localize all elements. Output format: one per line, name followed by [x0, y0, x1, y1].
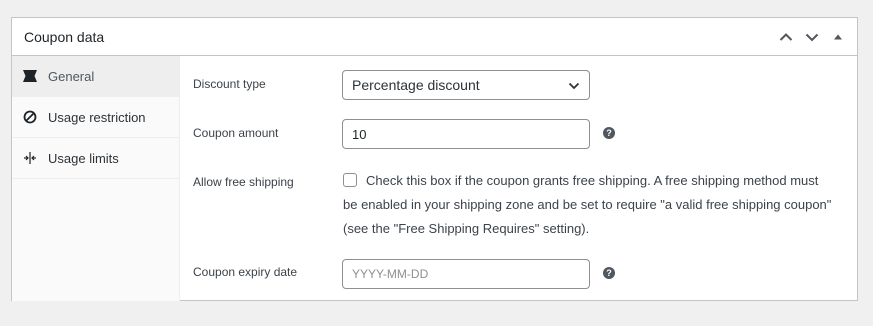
free-shipping-label: Allow free shipping	[193, 175, 294, 189]
chevron-up-icon	[779, 32, 793, 41]
move-up-button[interactable]	[773, 18, 799, 55]
help-icon[interactable]: ?	[603, 127, 615, 139]
help-icon[interactable]: ?	[603, 267, 615, 279]
move-down-button[interactable]	[799, 18, 825, 55]
coupon-amount-label: Coupon amount	[193, 126, 279, 140]
free-shipping-checkbox[interactable]	[343, 173, 357, 187]
discount-type-select[interactable]: Percentage discount	[342, 70, 590, 100]
expiry-date-input[interactable]: YYYY-MM-DD	[342, 259, 590, 289]
free-shipping-description: Check this box if the coupon grants free…	[343, 169, 843, 241]
general-tab-content: Discount type Percentage discount Coupon…	[180, 56, 857, 301]
panel-body: General Usage restriction Usage limits D…	[12, 56, 857, 301]
tab-general[interactable]: General	[12, 56, 179, 97]
discount-type-value: Percentage discount	[352, 77, 480, 93]
tab-usage-limits-label: Usage limits	[48, 150, 119, 166]
discount-type-label: Discount type	[193, 77, 266, 91]
panel-header: Coupon data	[12, 18, 857, 56]
free-shipping-desc-line2: be enabled in your shipping zone and be …	[343, 197, 832, 212]
free-shipping-desc-line3: (see the "Free Shipping Requires" settin…	[343, 221, 590, 236]
panel-header-controls	[773, 18, 851, 55]
toggle-panel-button[interactable]	[825, 18, 851, 55]
block-icon	[22, 109, 38, 125]
collapse-triangle-icon	[834, 34, 842, 39]
chevron-down-icon	[805, 33, 819, 41]
ticket-icon	[22, 68, 38, 84]
free-shipping-desc-line1: Check this box if the coupon grants free…	[366, 173, 819, 188]
coupon-amount-value: 10	[352, 126, 367, 142]
coupon-data-panel: Coupon data General Usage restriction Us…	[11, 17, 858, 301]
tab-usage-limits[interactable]: Usage limits	[12, 138, 179, 179]
tab-general-label: General	[48, 68, 95, 84]
expiry-date-label: Coupon expiry date	[193, 265, 298, 279]
tab-usage-restriction[interactable]: Usage restriction	[12, 97, 179, 138]
panel-title: Coupon data	[24, 28, 105, 45]
limits-icon	[22, 150, 38, 166]
coupon-amount-input[interactable]: 10	[342, 119, 590, 149]
expiry-date-placeholder: YYYY-MM-DD	[352, 267, 429, 281]
tab-usage-restriction-label: Usage restriction	[48, 109, 146, 125]
chevron-down-icon	[568, 82, 580, 90]
coupon-tabs-sidebar: General Usage restriction Usage limits	[12, 56, 180, 301]
